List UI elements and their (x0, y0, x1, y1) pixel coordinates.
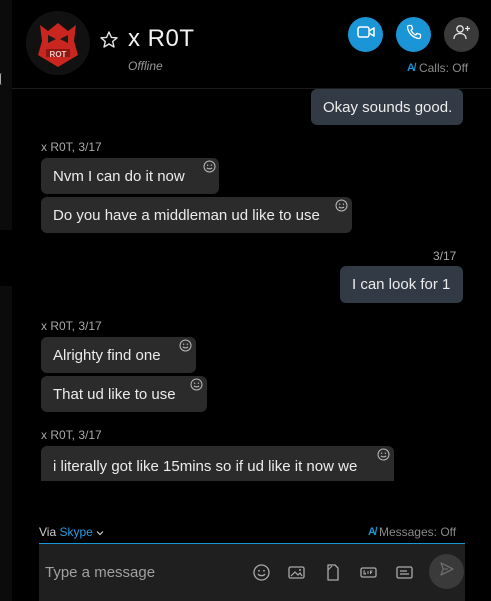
message-composer: Type a message (39, 544, 465, 601)
translate-icon: A̸ (368, 526, 376, 538)
reaction-icon[interactable] (179, 339, 192, 352)
contact-card-icon[interactable] (395, 563, 414, 582)
contact-avatar[interactable]: ROT (26, 11, 90, 75)
add-person-icon (452, 24, 471, 45)
message-bubble-incoming[interactable]: That ud like to use (41, 376, 207, 412)
left-panel-lower (0, 286, 12, 601)
messages-translation-status[interactable]: A̸ Messages: Off (368, 525, 456, 539)
via-service: Via Skype (39, 525, 104, 539)
gif-icon[interactable] (359, 563, 378, 582)
message-bubble-outgoing[interactable]: Okay sounds good. (311, 89, 463, 125)
message-text: Do you have a middleman ud like to use (53, 206, 320, 224)
collapse-handle[interactable] (0, 73, 4, 85)
emoji-icon[interactable] (252, 563, 271, 582)
contact-name: x R0T (128, 25, 195, 52)
reaction-icon[interactable] (335, 199, 348, 212)
service-name: Skype (59, 525, 93, 539)
messages-label: Messages: Off (378, 525, 457, 539)
sender-timestamp: x R0T, 3/17 (41, 428, 102, 442)
sender-timestamp: x R0T, 3/17 (41, 140, 102, 154)
image-icon[interactable] (287, 563, 306, 582)
message-list[interactable]: Okay sounds good. x R0T, 3/17 Nvm I can … (12, 89, 491, 481)
message-bubble-incoming[interactable]: Do you have a middleman ud like to use (41, 197, 352, 233)
add-participant-button[interactable] (444, 17, 479, 52)
contact-status: Offline (128, 59, 163, 73)
message-text: Alrighty find one (53, 346, 161, 364)
reaction-icon[interactable] (190, 378, 203, 391)
phone-icon (406, 24, 422, 45)
file-icon[interactable] (323, 563, 342, 582)
svg-text:ROT: ROT (50, 50, 67, 59)
message-input[interactable]: Type a message (45, 544, 155, 601)
calls-translation-status[interactable]: A̸ Calls: Off (407, 61, 468, 75)
send-icon (439, 561, 455, 582)
reaction-icon[interactable] (377, 448, 390, 461)
message-text: That ud like to use (53, 385, 176, 403)
left-panel-upper (0, 0, 12, 230)
sender-timestamp: x R0T, 3/17 (41, 319, 102, 333)
calls-label: Calls: Off (418, 61, 469, 75)
audio-call-button[interactable] (396, 17, 431, 52)
chat-header: ROT x R0T Offline A̸ Calls: Off (12, 0, 491, 89)
left-panel-edge (0, 0, 12, 601)
service-selector[interactable]: Skype (59, 525, 104, 539)
reaction-icon[interactable] (203, 160, 216, 173)
message-text: Nvm I can do it now (53, 167, 185, 185)
message-bubble-incoming[interactable]: i literally got like 15mins so if ud lik… (41, 446, 394, 481)
video-call-icon (356, 25, 375, 44)
message-bubble-incoming[interactable]: Nvm I can do it now (41, 158, 219, 194)
message-bubble-incoming[interactable]: Alrighty find one (41, 337, 196, 373)
translate-icon: A̸ (407, 62, 415, 74)
send-button[interactable] (429, 554, 464, 589)
via-label: Via (39, 525, 57, 539)
date-stamp: 3/17 (433, 249, 457, 263)
message-text: Okay sounds good. (323, 98, 453, 116)
message-text: I can look for 1 (352, 276, 451, 293)
message-text: i literally got like 15mins so if ud lik… (53, 458, 358, 475)
message-bubble-outgoing[interactable]: I can look for 1 (340, 266, 463, 303)
chevron-down-icon (96, 525, 104, 539)
video-call-button[interactable] (348, 17, 383, 52)
favorite-star-icon[interactable] (99, 30, 119, 50)
